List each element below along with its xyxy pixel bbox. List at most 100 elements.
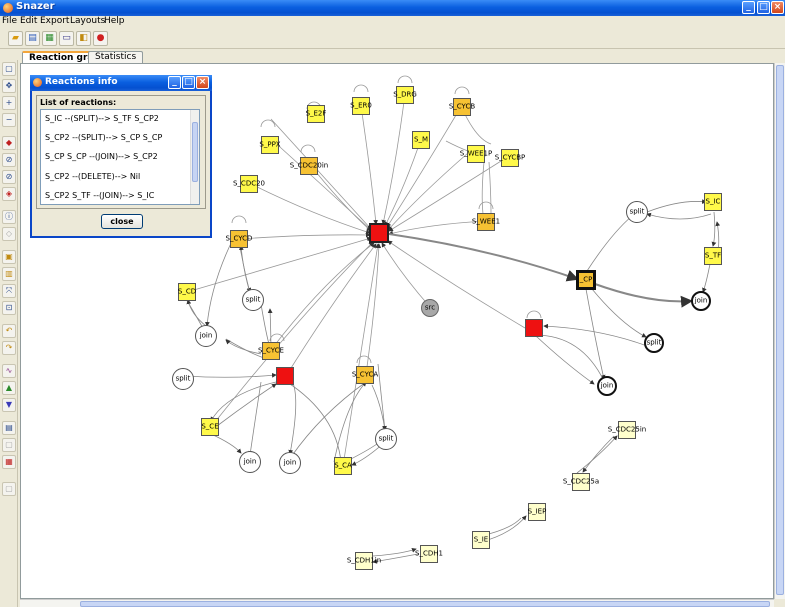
node-S_CA[interactable]: S_CA [334, 457, 352, 475]
node-S_CYCB[interactable]: S_CYCB [449, 98, 475, 116]
node-split-left[interactable]: split [242, 289, 264, 311]
export-data-icon[interactable]: ▦ [42, 31, 57, 46]
node-S_CDC20[interactable]: S_CDC20 [233, 175, 265, 193]
node-S_CD[interactable]: S_CD [178, 283, 196, 301]
snapshot-icon[interactable]: ▦ [2, 455, 16, 469]
open-folder-icon[interactable]: ▰ [8, 31, 23, 46]
node-S_ER0[interactable]: S_ER0 [350, 97, 372, 115]
horizontal-scroll-thumb[interactable] [80, 601, 770, 607]
settings-icon[interactable]: ◧ [76, 31, 91, 46]
stop-icon[interactable]: ● [93, 31, 108, 46]
node-S_CDC25in[interactable]: S_CDC25in [608, 421, 646, 439]
node-S_CYCA[interactable]: S_CYCA [352, 366, 378, 384]
app-icon [3, 3, 13, 13]
tool-palette: ▢ ✥ + − ◆ ⊘ ⊘ ◈ ⓘ ◇ ▣ ▥ ⤧ ⊡ ↶ ↷ ∿ ▲ ▼ ▤ … [0, 60, 18, 607]
node-S_M[interactable]: S_M [412, 131, 430, 149]
node-split-right[interactable]: split [626, 201, 648, 223]
disabled-tool-3-icon[interactable]: ▢ [2, 482, 16, 496]
dialog-maximize-icon[interactable]: □ [182, 76, 195, 89]
node-S_CDH1in[interactable]: S_CDH1in [347, 552, 381, 570]
node-S_IE[interactable]: S_IE [472, 531, 490, 549]
fit-icon[interactable]: ⤧ [2, 284, 16, 298]
chart-icon[interactable]: ∿ [2, 364, 16, 378]
node-S_CYCD[interactable]: S_CYCD [226, 230, 252, 248]
color-nodes-icon[interactable]: ◈ [2, 187, 16, 201]
node-S_IEP[interactable]: S_IEP [528, 503, 546, 521]
close-button[interactable]: close [101, 214, 143, 229]
node-split-left-lower[interactable]: split [172, 368, 194, 390]
menu-help[interactable]: Help [104, 16, 125, 26]
export-image-icon[interactable]: ▤ [25, 31, 40, 46]
list-item[interactable]: S_CP2 --(DELETE)--> Nil [45, 172, 140, 181]
disabled-tool-icon[interactable]: ◇ [2, 227, 16, 241]
info-icon[interactable]: ⓘ [2, 210, 16, 224]
main-toolbar: ▰ ▤ ▦ ▭ ◧ ● [0, 29, 785, 49]
node-join-right-lower[interactable]: join [597, 376, 617, 396]
node-join-right[interactable]: join [691, 291, 711, 311]
node-S_CDH1[interactable]: S_CDH1 [415, 545, 443, 563]
maximize-icon[interactable]: □ [757, 1, 770, 14]
node-S_WEE1P[interactable]: S_WEE1P [460, 145, 492, 163]
hide-labels-icon[interactable]: ⊘ [2, 170, 16, 184]
disabled-tool-2-icon[interactable]: ▢ [2, 438, 16, 452]
node-join-left[interactable]: join [195, 325, 217, 347]
node-S_CYCE[interactable]: S_CYCE [258, 342, 284, 360]
reactions-list-scroll-thumb[interactable] [192, 122, 198, 182]
node-src[interactable]: src [421, 299, 439, 317]
menu-file[interactable]: File [2, 16, 17, 26]
menu-export[interactable]: Export [40, 16, 69, 26]
node-reaction-left[interactable] [276, 367, 294, 385]
node-S_CDC20in[interactable]: S_CDC20in [290, 157, 328, 175]
node-split-center[interactable]: split [375, 428, 397, 450]
canvas-horizontal-scrollbar[interactable] [20, 599, 774, 607]
add-node-icon[interactable]: ◆ [2, 136, 16, 150]
node-S_CE[interactable]: S_CE [201, 418, 219, 436]
list-item[interactable]: S_CP2 S_TF --(JOIN)--> S_IC [45, 191, 154, 200]
node-join-left-lower[interactable]: join [239, 451, 261, 473]
analyze-icon[interactable]: ▼ [2, 398, 16, 412]
list-item[interactable]: S_CP2 --(SPLIT)--> S_CP S_CP [45, 133, 162, 142]
node-central-reaction[interactable] [369, 223, 389, 243]
tab-statistics[interactable]: Statistics [88, 51, 144, 63]
node-reaction-right[interactable] [525, 319, 543, 337]
zoom-in-icon[interactable]: + [2, 96, 16, 110]
reactions-list-scrollbar[interactable] [190, 110, 199, 204]
node-S_CYCBP[interactable]: S_CYCBP [495, 149, 525, 167]
node-S_CP[interactable]: _CP [576, 270, 596, 290]
redo-icon[interactable]: ↷ [2, 341, 16, 355]
node-S_IC[interactable]: S_IC [704, 193, 722, 211]
hide-edges-icon[interactable]: ⊘ [2, 153, 16, 167]
node-join-center[interactable]: join [279, 452, 301, 474]
reactions-list[interactable]: S_IC --(SPLIT)--> S_TF S_CP2 S_CP2 --(SP… [40, 109, 200, 205]
vertical-scroll-thumb[interactable] [776, 65, 784, 595]
menu-edit[interactable]: Edit [20, 16, 37, 26]
node-S_E2F[interactable]: S_E2F [306, 105, 326, 123]
minimize-icon[interactable]: _ [742, 1, 755, 14]
zoom-out-icon[interactable]: − [2, 113, 16, 127]
node-S_TF[interactable]: S_TF [704, 247, 722, 265]
node-S_WEE1[interactable]: S_WEE1 [472, 213, 500, 231]
select-tool-icon[interactable]: ▢ [2, 62, 16, 76]
menu-bar: File Edit Export Layouts Help [0, 16, 785, 29]
dialog-titlebar[interactable]: Reactions info _ □ × [30, 75, 212, 91]
dialog-title: Reactions info [45, 77, 118, 87]
dialog-minimize-icon[interactable]: _ [168, 76, 181, 89]
print-icon[interactable]: ▭ [59, 31, 74, 46]
undo-icon[interactable]: ↶ [2, 324, 16, 338]
layout-grid-icon[interactable]: ▣ [2, 250, 16, 264]
dialog-close-icon[interactable]: × [196, 76, 209, 89]
simulate-icon[interactable]: ▲ [2, 381, 16, 395]
node-S_PPX[interactable]: S_PPX [259, 136, 281, 154]
list-item[interactable]: S_CP S_CP --(JOIN)--> S_CP2 [45, 152, 158, 161]
layout-tree-icon[interactable]: ▥ [2, 267, 16, 281]
export-graph-icon[interactable]: ▤ [2, 421, 16, 435]
node-S_DRG[interactable]: S_DRG [393, 86, 417, 104]
menu-layouts[interactable]: Layouts [70, 16, 105, 26]
list-item[interactable]: S_IC --(SPLIT)--> S_TF S_CP2 [45, 114, 159, 123]
node-split-right-lower[interactable]: split [644, 333, 664, 353]
move-tool-icon[interactable]: ✥ [2, 79, 16, 93]
close-icon[interactable]: × [771, 1, 784, 14]
center-icon[interactable]: ⊡ [2, 301, 16, 315]
node-S_CDC25a[interactable]: S_CDC25a [563, 473, 599, 491]
canvas-vertical-scrollbar[interactable] [774, 63, 785, 599]
